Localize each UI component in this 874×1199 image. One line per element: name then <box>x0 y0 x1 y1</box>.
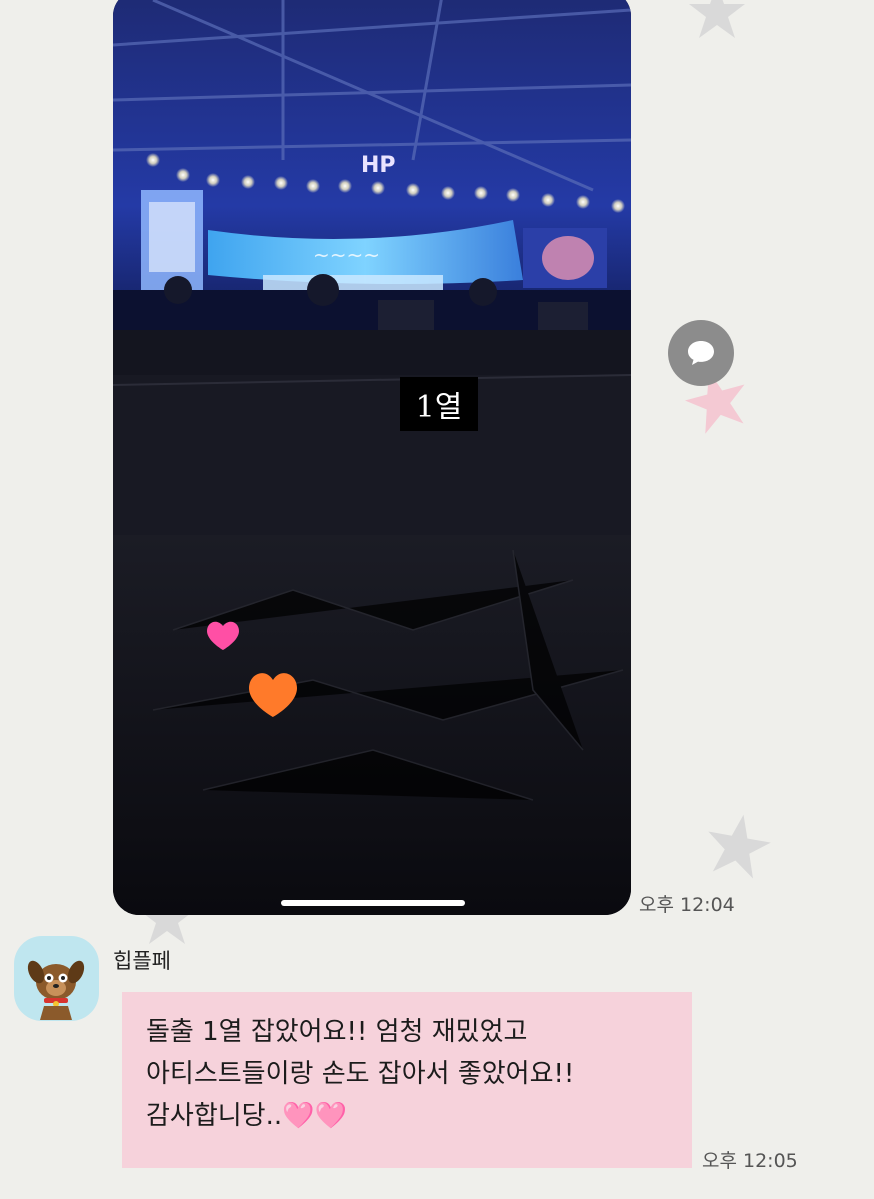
message-line: 돌출 1열 잡았어요!! 엄청 재밌었고 <box>146 1017 528 1047</box>
photo-message[interactable]: HP ~~~~ 1열 <box>113 0 631 915</box>
message-timestamp: 오후 12:05 <box>702 1150 798 1172</box>
dog-character-icon <box>27 960 85 1020</box>
decor-star-icon <box>708 814 771 879</box>
avatar[interactable] <box>14 936 99 1021</box>
decor-star-icon <box>689 0 745 38</box>
svg-text:~~~~: ~~~~ <box>313 243 380 267</box>
share-button[interactable] <box>668 320 734 386</box>
heart-emoji: 🩷🩷 <box>282 1101 347 1131</box>
message-bubble[interactable]: 돌출 1열 잡았어요!! 엄청 재밌었고 아티스트들이랑 손도 잡아서 좋았어요… <box>122 992 692 1168</box>
home-indicator <box>281 900 465 906</box>
concert-stage-image: HP ~~~~ <box>113 0 631 915</box>
stage-logo: HP <box>361 153 396 178</box>
speech-bubble-icon <box>688 341 714 365</box>
message-timestamp: 오후 12:04 <box>639 894 735 916</box>
image-caption: 1열 <box>400 377 478 431</box>
sender-name: 힙플페 <box>113 949 171 973</box>
message-line: 아티스트들이랑 손도 잡아서 좋았어요!! <box>146 1059 575 1089</box>
message-line: 감사합니당.. <box>146 1101 283 1131</box>
